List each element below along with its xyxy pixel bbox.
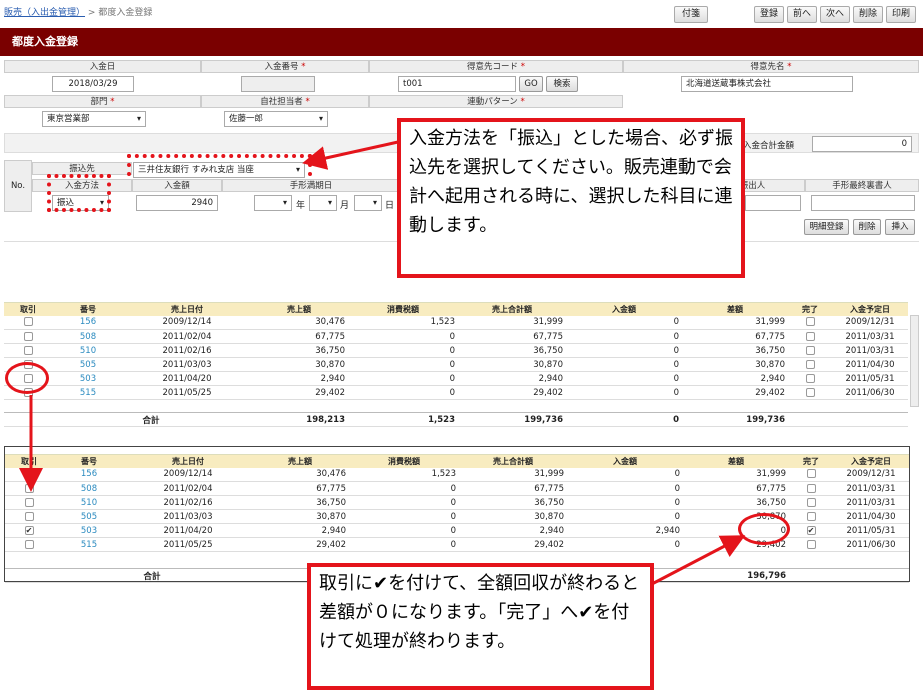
arrow-to-bank: [302, 140, 399, 170]
callout-complete: 取引に✔を付けて、全額回収が終わると差額が０になります。「完了」へ✔を付けて処理…: [307, 563, 654, 690]
callout-transfer: 入金方法を「振込」とした場合、必ず振込先を選択してください。販売連動で会計へ起用…: [397, 118, 745, 278]
arrow-to-diff: [649, 535, 746, 587]
